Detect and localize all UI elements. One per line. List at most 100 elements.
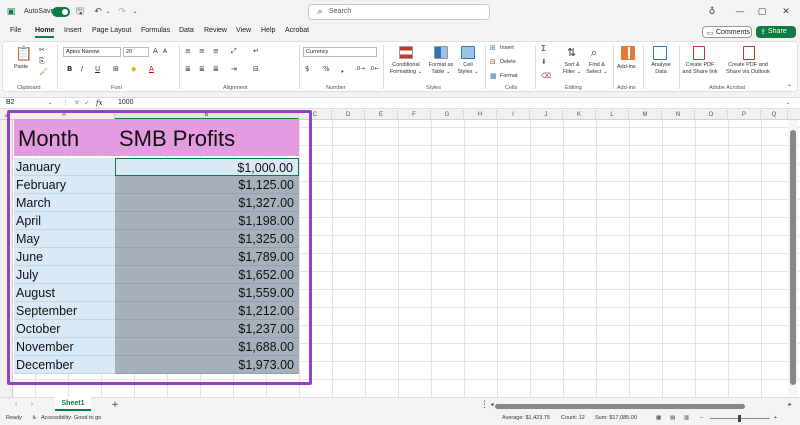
column-header-h[interactable]: H <box>464 110 497 120</box>
tab-page-layout[interactable]: Page Layout <box>92 27 131 34</box>
increase-font-icon[interactable]: A <box>153 47 158 56</box>
italic-icon[interactable]: I <box>81 65 83 74</box>
comma-icon[interactable]: ❟ <box>341 65 344 74</box>
vertical-scroll-thumb[interactable] <box>790 130 796 385</box>
accounting-format-icon[interactable]: $ <box>305 65 309 74</box>
tab-acrobat[interactable]: Acrobat <box>285 27 309 34</box>
sort-filter-icon[interactable]: ⇅ <box>567 46 576 59</box>
column-header-q[interactable]: Q <box>761 110 788 120</box>
column-header-n[interactable]: N <box>662 110 695 120</box>
column-header-m[interactable]: M <box>629 110 662 120</box>
accessibility-status[interactable]: Accessibility: Good to go <box>41 415 101 421</box>
customize-toolbar-icon[interactable]: ⌄ <box>130 6 140 18</box>
cut-icon[interactable]: ✂ <box>39 46 45 55</box>
zoom-in-icon[interactable]: + <box>774 415 777 421</box>
align-middle-icon[interactable]: ≡ <box>199 47 205 56</box>
tab-view[interactable]: View <box>236 27 251 34</box>
collapse-ribbon-icon[interactable]: ⌄ <box>787 80 792 89</box>
decrease-decimal-icon[interactable]: .0← <box>369 65 379 74</box>
page-break-view-icon[interactable]: ▥ <box>684 415 689 421</box>
search-box[interactable]: ⌕ Search <box>308 4 490 20</box>
insert-cells-label[interactable]: Insert <box>500 45 514 52</box>
column-header-f[interactable]: F <box>398 110 431 120</box>
analyse-data-icon[interactable] <box>653 46 667 60</box>
zoom-out-icon[interactable]: − <box>700 415 703 421</box>
scroll-right-icon[interactable]: ▸ <box>786 399 794 411</box>
wrap-text-icon[interactable]: ↵ <box>253 47 259 56</box>
page-layout-view-icon[interactable]: ▤ <box>670 415 675 421</box>
column-header-k[interactable]: K <box>563 110 596 120</box>
comments-button[interactable]: ▭ Comments <box>702 26 752 38</box>
next-sheet-icon[interactable]: › <box>28 399 36 411</box>
column-header-p[interactable]: P <box>728 110 761 120</box>
undo-dropdown-icon[interactable]: ⌄ <box>104 6 112 18</box>
increase-decimal-icon[interactable]: .0→ <box>355 65 365 74</box>
align-right-icon[interactable]: ≣ <box>213 65 219 74</box>
zoom-slider-thumb[interactable] <box>738 415 741 422</box>
create-pdf-outlook-icon[interactable] <box>743 46 755 60</box>
name-box-dropdown-icon[interactable]: ⌄ <box>48 100 52 106</box>
align-center-icon[interactable]: ≣ <box>199 65 205 74</box>
clear-icon[interactable]: ⌫ <box>541 72 551 81</box>
create-pdf-outlook-label[interactable]: Create PDF and Share via Outlook <box>723 62 773 76</box>
column-header-j[interactable]: J <box>530 110 563 120</box>
normal-view-icon[interactable]: ▦ <box>656 415 661 421</box>
font-color-icon[interactable]: A <box>149 65 154 74</box>
previous-sheet-icon[interactable]: ‹ <box>12 399 20 411</box>
column-header-l[interactable]: L <box>596 110 629 120</box>
merge-center-icon[interactable]: ⊟ <box>253 65 259 74</box>
save-icon[interactable]: 🖫 <box>74 6 86 18</box>
align-bottom-icon[interactable]: ≡ <box>213 47 219 56</box>
horizontal-scroll-thumb[interactable] <box>495 404 745 409</box>
minimize-icon[interactable]: — <box>734 6 746 18</box>
fill-icon[interactable]: ⬇ <box>541 58 547 67</box>
paste-label[interactable]: Paste <box>14 64 28 71</box>
orientation-icon[interactable]: ⤢ <box>231 47 237 56</box>
undo-icon[interactable]: ↶ <box>92 6 104 18</box>
cancel-entry-icon[interactable]: ✕ <box>74 99 80 107</box>
redo-icon[interactable]: ↷ <box>116 6 128 18</box>
analyse-data-label[interactable]: Analyse Data <box>647 62 675 76</box>
column-header-o[interactable]: O <box>695 110 728 120</box>
fill-color-icon[interactable]: ◆ <box>131 65 136 74</box>
format-as-table-icon[interactable] <box>434 46 448 59</box>
tab-split-icon[interactable]: ⋮ <box>480 399 489 411</box>
insert-function-icon[interactable]: fx <box>96 99 103 107</box>
copy-icon[interactable]: ⎘ <box>39 57 45 66</box>
find-select-icon[interactable]: ⌕ <box>591 46 597 59</box>
cell-styles-label[interactable]: Cell Styles ⌄ <box>455 62 481 76</box>
indent-icon[interactable]: ⇥ <box>231 65 237 74</box>
format-painter-icon[interactable]: 🖌 <box>39 68 48 77</box>
sort-filter-label[interactable]: Sort & Filter ⌄ <box>561 62 583 76</box>
column-header-g[interactable]: G <box>431 110 464 120</box>
add-ins-label[interactable]: Add-ins <box>617 64 636 71</box>
tab-file[interactable]: File <box>10 27 21 34</box>
restore-icon[interactable]: ▢ <box>756 6 768 18</box>
conditional-formatting-icon[interactable] <box>399 46 413 59</box>
create-pdf-link-label[interactable]: Create PDF and Share link <box>681 62 719 76</box>
bold-icon[interactable]: B <box>67 65 72 74</box>
conditional-formatting-label[interactable]: Conditional Formatting ⌄ <box>387 62 425 76</box>
add-ins-icon[interactable] <box>621 46 635 60</box>
autosum-icon[interactable]: Σ <box>541 44 546 53</box>
tab-review[interactable]: Review <box>204 27 227 34</box>
name-box[interactable]: B2 <box>6 99 15 106</box>
insert-cells-icon[interactable]: ⊞ <box>490 44 496 53</box>
font-size-select[interactable]: 20 <box>123 47 149 57</box>
percent-icon[interactable]: % <box>323 65 330 74</box>
column-header-i[interactable]: I <box>497 110 530 120</box>
align-left-icon[interactable]: ≣ <box>185 65 191 74</box>
confirm-entry-icon[interactable]: ✓ <box>84 99 90 107</box>
tab-insert[interactable]: Insert <box>64 27 82 34</box>
cell-styles-icon[interactable] <box>461 46 475 59</box>
format-cells-icon[interactable]: ▦ <box>490 72 497 81</box>
number-format-select[interactable]: Currency <box>303 47 377 57</box>
tab-home[interactable]: Home <box>35 27 55 38</box>
expand-formula-bar-icon[interactable]: ⌄ <box>786 100 790 106</box>
new-sheet-icon[interactable]: + <box>110 399 120 411</box>
format-as-table-label[interactable]: Format as Table ⌄ <box>425 62 457 76</box>
font-name-select[interactable]: Aptos Narrow <box>63 47 121 57</box>
autosave-toggle[interactable] <box>52 7 70 17</box>
tab-formulas[interactable]: Formulas <box>141 27 170 34</box>
borders-icon[interactable]: ⊞ <box>113 65 119 74</box>
